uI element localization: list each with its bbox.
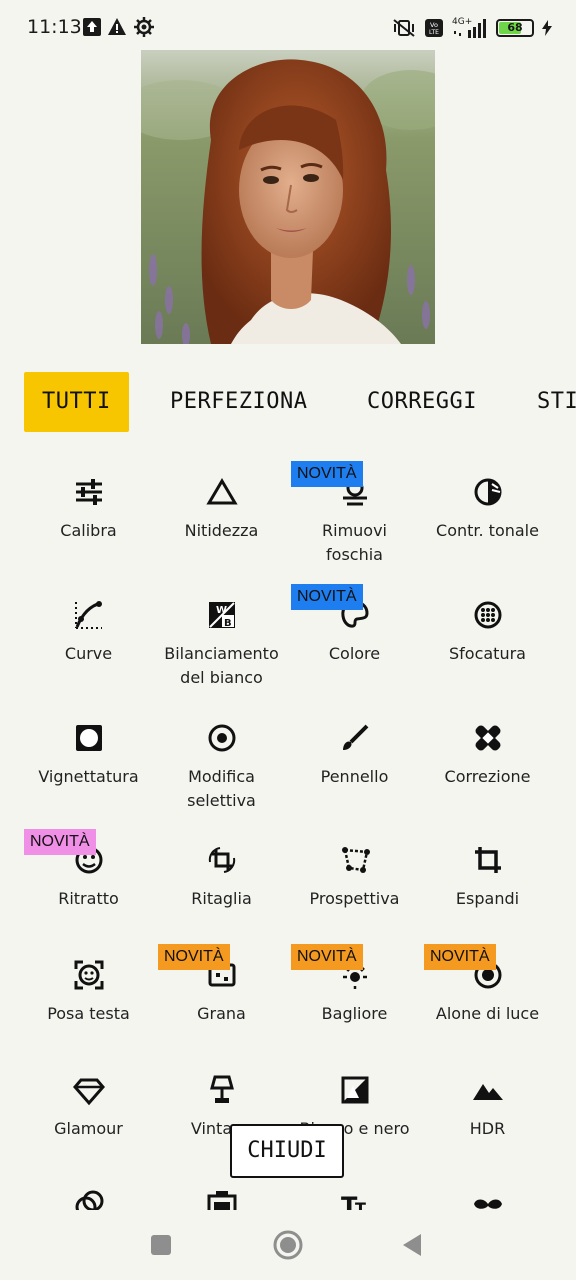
face-frame-icon (74, 960, 103, 990)
tool-label: Calibra (60, 521, 117, 540)
tab-correggi[interactable]: CORREGGI (367, 372, 477, 432)
tool-label: Alone di luce (435, 1004, 540, 1023)
navigation-bar (0, 1210, 576, 1280)
tool-sliders[interactable]: Calibra (22, 474, 155, 554)
mountains-icon (472, 1084, 503, 1100)
tool-crop[interactable]: Espandi (421, 842, 554, 922)
target-icon (208, 724, 235, 752)
tool-label: Nitidezza (184, 521, 259, 540)
tool-diamond[interactable]: Glamour (22, 1072, 155, 1152)
new-badge: NOVITÀ (291, 944, 363, 970)
tool-label: Espandi (455, 889, 520, 908)
half-circle-icon (474, 478, 501, 506)
brush-icon (342, 724, 368, 750)
charging-bolt-icon (542, 20, 552, 36)
black-white-icon (341, 1076, 368, 1104)
svg-text:LTE: LTE (429, 29, 439, 36)
close-button[interactable]: CHIUDI (230, 1124, 344, 1178)
sliders-icon (75, 479, 102, 505)
new-badge: NOVITÀ (291, 584, 363, 610)
tool-label: Bilanciamento del bianco (164, 644, 279, 687)
lamp-icon (209, 1075, 234, 1103)
tool-label: Sfocatura (449, 644, 526, 663)
warning-icon (108, 18, 126, 35)
tool-curve[interactable]: Curve (22, 597, 155, 677)
tab-perfeziona[interactable]: PERFEZIONA (170, 372, 307, 432)
crop-icon (474, 847, 501, 873)
tool-face[interactable]: Ritratto NOVITÀ (22, 829, 155, 922)
tool-label: Prospettiva (309, 889, 400, 908)
tool-grain[interactable]: Grana NOVITÀ (155, 944, 288, 1037)
tool-triangle[interactable]: Nitidezza (155, 474, 288, 554)
tool-label: Colore (328, 644, 381, 663)
svg-text:W: W (216, 605, 227, 616)
bandage-icon (475, 725, 500, 751)
tool-halo[interactable]: Alone di luce NOVITÀ (421, 944, 554, 1037)
tool-label: Posa testa (47, 1004, 130, 1023)
new-badge: NOVITÀ (158, 944, 230, 970)
triangle-icon (205, 478, 238, 505)
vibrate-off-icon (393, 19, 415, 37)
tool-mountains[interactable]: HDR (421, 1072, 554, 1152)
tool-target[interactable]: Modifica selettiva (155, 720, 288, 810)
tool-haze[interactable]: Rimuovi foschia NOVITÀ (288, 461, 421, 564)
tool-face-frame[interactable]: Posa testa (22, 957, 155, 1037)
battery-level: 68 (507, 21, 523, 34)
tool-label: Modifica selettiva (187, 767, 256, 810)
volte-icon: VoLTE (425, 19, 443, 37)
tool-white-balance[interactable]: W B Bilanciamento del bianco (155, 597, 288, 687)
svg-text:Vo: Vo (430, 21, 438, 29)
recents-square-icon[interactable] (150, 1234, 172, 1256)
tab-stili[interactable]: STI (537, 372, 576, 432)
upload-icon (83, 18, 101, 36)
tool-label: Ritaglia (191, 889, 252, 908)
portrait-photo (141, 50, 435, 344)
tool-bandage[interactable]: Correzione (421, 720, 554, 800)
vignette-icon (75, 725, 102, 751)
signal-icon (454, 19, 486, 38)
settings-gear-icon (134, 17, 154, 37)
tool-label: Glamour (54, 1119, 123, 1138)
tool-perspective[interactable]: Prospettiva (288, 842, 421, 922)
tool-half-circle[interactable]: Contr. tonale (421, 474, 554, 554)
curve-icon (74, 601, 102, 629)
new-badge: NOVITÀ (291, 461, 363, 487)
tool-label: Correzione (444, 767, 531, 786)
rotate-crop-icon (208, 847, 235, 873)
tool-label: Contr. tonale (436, 521, 539, 540)
tool-glow[interactable]: Bagliore NOVITÀ (288, 944, 421, 1037)
tool-label: Bagliore (321, 1004, 388, 1023)
photo-preview[interactable] (141, 50, 435, 344)
tool-label: HDR (469, 1119, 506, 1138)
tool-vignette[interactable]: Vignettatura (22, 720, 155, 800)
blur-icon (474, 601, 501, 629)
tool-brush[interactable]: Pennello (288, 720, 421, 800)
tool-label: Grana (197, 1004, 246, 1023)
diamond-icon (72, 1078, 105, 1106)
new-badge: NOVITÀ (424, 944, 496, 970)
back-triangle-icon[interactable] (401, 1233, 423, 1257)
home-circle-icon[interactable] (272, 1229, 304, 1261)
battery-icon: 68 (496, 19, 534, 37)
tool-blur[interactable]: Sfocatura (421, 597, 554, 677)
signal-indicator: 4G+ (452, 18, 488, 38)
tool-label: Rimuovi foschia (322, 521, 387, 564)
tool-label: Curve (64, 644, 113, 663)
tool-rotate-crop[interactable]: Ritaglia (155, 842, 288, 922)
new-badge: NOVITÀ (24, 829, 96, 855)
svg-text:B: B (224, 618, 232, 629)
tool-label: Pennello (320, 767, 389, 786)
category-tabs: TUTTI PERFEZIONA CORREGGI STI (0, 372, 576, 434)
tool-palette[interactable]: Colore NOVITÀ (288, 584, 421, 677)
perspective-icon (341, 847, 370, 873)
tool-label: Vignettatura (38, 767, 139, 786)
status-right: Vo LTE 4G+ 68 (392, 17, 552, 39)
tool-label: Ritratto (58, 889, 119, 908)
status-time: 11:13 (27, 16, 82, 38)
tab-tutti[interactable]: TUTTI (24, 372, 129, 432)
white-balance-icon: WB (208, 602, 235, 629)
